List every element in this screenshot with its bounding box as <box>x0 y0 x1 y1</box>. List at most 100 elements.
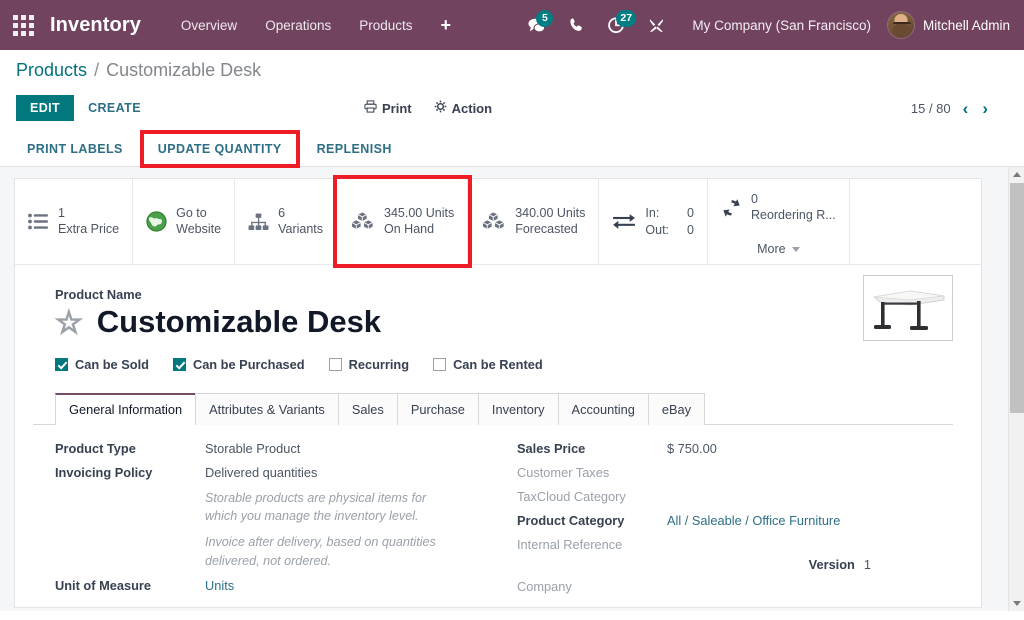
checkbox-can-be-rented-box[interactable] <box>433 358 446 371</box>
tab-sales[interactable]: Sales <box>338 393 398 425</box>
phone-icon[interactable] <box>556 8 596 42</box>
field-unit-of-measure[interactable]: Unit of Measure Units <box>55 578 504 593</box>
stat-extra-price[interactable]: 1 Extra Price <box>15 179 133 264</box>
tab-purchase[interactable]: Purchase <box>397 393 479 425</box>
field-company[interactable]: Company <box>517 579 953 594</box>
product-flags-row: Can be Sold Can be Purchased Recurring C… <box>55 357 953 372</box>
page-title: Customizable Desk <box>97 306 381 339</box>
scrollbar-thumb[interactable] <box>1010 183 1024 413</box>
checkbox-can-be-purchased-box[interactable] <box>173 358 186 371</box>
tab-accounting[interactable]: Accounting <box>558 393 649 425</box>
checkbox-recurring-box[interactable] <box>329 358 342 371</box>
product-image[interactable] <box>863 275 953 341</box>
field-internal-reference-label: Internal Reference <box>517 537 667 552</box>
more-label: More <box>757 242 785 256</box>
replenish-button[interactable]: REPLENISH <box>306 134 403 164</box>
menu-products[interactable]: Products <box>345 12 426 39</box>
field-product-category[interactable]: Product Category All / Saleable / Office… <box>517 513 953 528</box>
app-brand-inventory[interactable]: Inventory <box>50 14 141 37</box>
exchange-arrows-icon <box>612 212 636 231</box>
field-sales-price[interactable]: Sales Price $ 750.00 <box>517 441 953 456</box>
list-icon <box>28 213 49 230</box>
field-internal-reference[interactable]: Internal Reference <box>517 537 953 552</box>
field-invoicing-policy[interactable]: Invoicing Policy Delivered quantities <box>55 465 504 480</box>
checkbox-can-be-purchased[interactable]: Can be Purchased <box>173 357 305 372</box>
scroll-down-icon[interactable] <box>1013 601 1021 606</box>
favorite-star-icon[interactable]: ☆ <box>55 307 83 338</box>
more-stat-buttons-dropdown[interactable]: More <box>708 236 849 256</box>
record-action-tabbar: PRINT LABELS UPDATE QUANTITY REPLENISH <box>0 131 1024 167</box>
stat-in-out[interactable]: In: 0 Out: 0 <box>599 179 708 264</box>
stat-forecasted[interactable]: 340.00 Units Forecasted <box>468 179 599 264</box>
checkbox-can-be-rented[interactable]: Can be Rented <box>433 357 543 372</box>
field-product-type[interactable]: Product Type Storable Product <box>55 441 504 456</box>
activities-badge: 27 <box>616 10 636 27</box>
stat-website-line2: Website <box>176 222 221 238</box>
checkbox-can-be-purchased-label: Can be Purchased <box>193 357 305 372</box>
stat-on-hand-text: 345.00 Units On Hand <box>384 206 454 237</box>
stat-reordering-text: 0 Reordering R... <box>751 192 836 223</box>
field-customer-taxes[interactable]: Customer Taxes <box>517 465 953 480</box>
checkbox-can-be-sold-box[interactable] <box>55 358 68 371</box>
field-taxcloud-category[interactable]: TaxCloud Category <box>517 489 953 504</box>
activities-clock-icon[interactable]: 27 <box>596 8 636 42</box>
stat-reordering-value: 0 <box>751 192 836 208</box>
stat-in-value: 0 <box>687 205 694 221</box>
create-button[interactable]: CREATE <box>88 101 141 115</box>
vertical-scrollbar[interactable] <box>1008 167 1024 611</box>
stat-reordering-rules[interactable]: 0 Reordering R... <box>708 179 849 236</box>
stat-variants[interactable]: 6 Variants <box>235 179 337 264</box>
tab-attributes-variants[interactable]: Attributes & Variants <box>195 393 339 425</box>
cubes-icon <box>350 211 375 232</box>
stat-out-value: 0 <box>687 222 694 238</box>
stat-reordering-column: 0 Reordering R... More <box>708 179 850 264</box>
checkbox-recurring[interactable]: Recurring <box>329 357 409 372</box>
breadcrumb-separator: / <box>94 60 99 80</box>
debug-wrench-icon[interactable] <box>636 8 676 42</box>
field-unit-of-measure-value[interactable]: Units <box>205 578 234 593</box>
field-version-value: 1 <box>864 557 871 572</box>
field-version: Version 1 <box>517 557 953 572</box>
apps-grid-icon[interactable] <box>6 8 40 42</box>
field-invoicing-policy-value: Delivered quantities <box>205 465 317 480</box>
menu-overview[interactable]: Overview <box>167 12 251 39</box>
update-quantity-button[interactable]: UPDATE QUANTITY <box>144 134 296 164</box>
stat-extra-price-text: 1 Extra Price <box>58 206 119 237</box>
stat-on-hand[interactable]: 345.00 Units On Hand <box>337 179 468 264</box>
breadcrumb: Products / Customizable Desk <box>16 60 1008 81</box>
tab-ebay[interactable]: eBay <box>648 393 705 425</box>
print-menu[interactable]: Print <box>364 100 412 116</box>
tab-general-information[interactable]: General Information <box>55 393 196 425</box>
control-panel-buttons: EDIT CREATE Print <box>16 92 1008 124</box>
menu-operations[interactable]: Operations <box>251 12 345 39</box>
tab-inventory[interactable]: Inventory <box>478 393 559 425</box>
company-selector[interactable]: My Company (San Francisco) <box>692 18 871 33</box>
fields-left-column: Product Type Storable Product Invoicing … <box>55 441 504 603</box>
stat-on-hand-label: On Hand <box>384 222 454 238</box>
form-sheet-background: 1 Extra Price Go to Website <box>0 167 1024 611</box>
stat-variants-label: Variants <box>278 222 323 238</box>
scroll-up-icon[interactable] <box>1013 172 1021 177</box>
stat-go-to-website[interactable]: Go to Website <box>133 179 235 264</box>
cubes-icon <box>481 211 506 232</box>
menu-add-icon[interactable]: + <box>427 13 466 38</box>
stat-website-line1: Go to <box>176 206 221 222</box>
product-name-label: Product Name <box>55 287 953 302</box>
edit-button[interactable]: EDIT <box>16 95 74 122</box>
notebook-tabs: General Information Attributes & Variant… <box>33 392 953 425</box>
checkbox-can-be-sold[interactable]: Can be Sold <box>55 357 149 372</box>
stat-variants-text: 6 Variants <box>278 206 323 237</box>
user-menu[interactable]: Mitchell Admin <box>887 11 1010 39</box>
action-menu[interactable]: Action <box>434 100 492 116</box>
globe-icon <box>146 211 167 232</box>
breadcrumb-current: Customizable Desk <box>106 60 261 80</box>
field-sales-price-label: Sales Price <box>517 441 667 456</box>
messages-icon[interactable]: 5 <box>516 8 556 42</box>
pager-next-button[interactable]: › <box>980 100 990 117</box>
help-storable-products: Storable products are physical items for… <box>205 489 504 526</box>
checkbox-can-be-rented-label: Can be Rented <box>453 357 543 372</box>
print-labels-button[interactable]: PRINT LABELS <box>16 134 134 164</box>
breadcrumb-products[interactable]: Products <box>16 60 87 80</box>
pager-previous-button[interactable]: ‹ <box>961 100 971 117</box>
field-product-category-value[interactable]: All / Saleable / Office Furniture <box>667 513 840 528</box>
